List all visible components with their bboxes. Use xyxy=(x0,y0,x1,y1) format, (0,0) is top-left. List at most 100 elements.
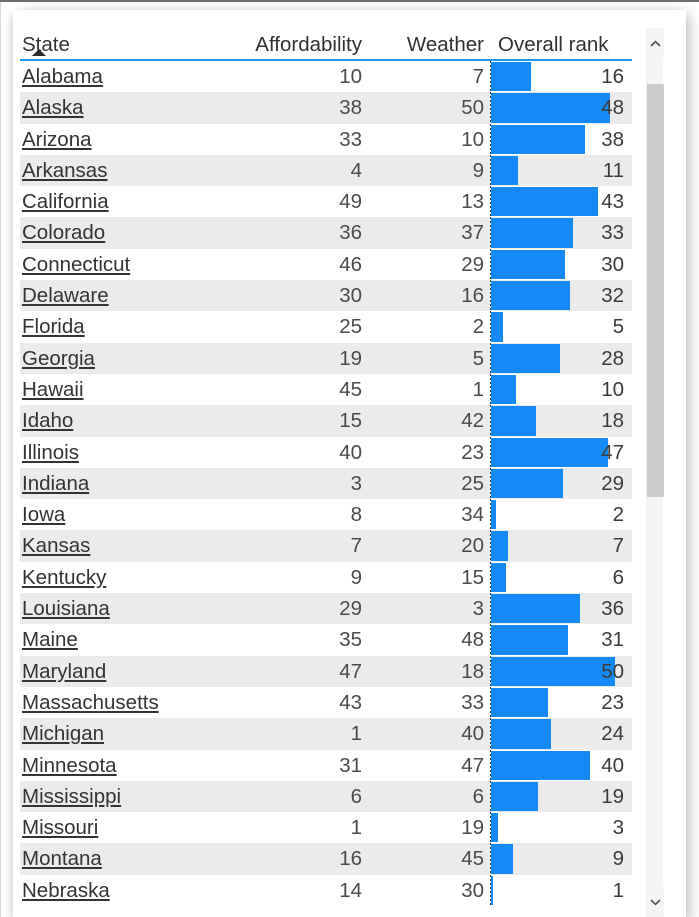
scroll-down-button[interactable] xyxy=(647,886,664,917)
table-row[interactable]: Illinois 40 23 47 xyxy=(20,436,632,468)
state-link[interactable]: Iowa xyxy=(22,503,65,526)
bar-axis-line xyxy=(490,186,491,218)
vertical-scrollbar[interactable] xyxy=(646,28,664,917)
table-row[interactable]: Georgia 19 5 28 xyxy=(20,342,632,374)
column-header-weather-label: Weather xyxy=(406,33,484,56)
table-row[interactable]: Connecticut 46 29 30 xyxy=(20,248,632,281)
cell-overall-rank: 36 xyxy=(490,593,632,625)
cell-state: Colorado xyxy=(20,217,232,248)
state-link[interactable]: Massachusetts xyxy=(22,691,159,714)
cell-state: Indiana xyxy=(20,468,232,499)
table-row[interactable]: Louisiana 29 3 36 xyxy=(20,593,632,625)
state-link[interactable]: Kentucky xyxy=(22,566,106,589)
state-link[interactable]: Colorado xyxy=(22,221,105,244)
table-row[interactable]: Hawaii 45 1 10 xyxy=(20,373,632,406)
cell-affordability: 7 xyxy=(350,534,362,558)
cell-state: Nebraska xyxy=(20,875,232,906)
state-link[interactable]: Minnesota xyxy=(22,754,117,777)
cell-overall-rank: 2 xyxy=(490,499,632,531)
state-link[interactable]: California xyxy=(22,190,109,213)
bar-axis-line xyxy=(490,655,491,687)
cell-state: Illinois xyxy=(20,437,232,468)
cell-overall-rank: 32 xyxy=(490,280,632,312)
table-row[interactable]: Alabama 10 7 16 xyxy=(20,60,632,93)
table-row[interactable]: Kentucky 9 15 6 xyxy=(20,561,632,594)
cell-overall-rank-value: 48 xyxy=(601,96,624,120)
table-row[interactable]: Mississippi 6 6 19 xyxy=(20,780,632,813)
cell-overall-rank-value: 23 xyxy=(601,690,624,714)
state-link[interactable]: Maine xyxy=(22,628,78,651)
table-row[interactable]: Nebraska 14 30 1 xyxy=(20,874,632,907)
state-link[interactable]: Illinois xyxy=(22,441,79,464)
cell-overall-rank-value: 3 xyxy=(612,816,624,840)
table-row[interactable]: Montana 16 45 9 xyxy=(20,843,632,875)
state-link[interactable]: Alabama xyxy=(22,65,103,88)
table-row[interactable]: Indiana 3 25 29 xyxy=(20,467,632,500)
table-row[interactable]: Idaho 15 42 18 xyxy=(20,405,632,437)
table-row[interactable]: Arizona 33 10 38 xyxy=(20,123,632,155)
state-link[interactable]: Indiana xyxy=(22,472,89,495)
bar-axis-line xyxy=(490,749,491,781)
table-row[interactable]: Maine 35 48 31 xyxy=(20,624,632,656)
state-link[interactable]: Kansas xyxy=(22,534,90,557)
cell-affordability: 6 xyxy=(350,784,362,808)
cell-state: Mississippi xyxy=(20,781,232,812)
state-link[interactable]: Connecticut xyxy=(22,253,130,276)
column-header-overall-rank[interactable]: Overall rank xyxy=(490,12,632,61)
cell-affordability: 10 xyxy=(339,65,362,88)
bar-axis-line xyxy=(490,342,491,374)
table-row[interactable]: Maryland 47 18 50 xyxy=(20,655,632,687)
table-row[interactable]: Missouri 1 19 3 xyxy=(20,812,632,844)
state-link[interactable]: Georgia xyxy=(22,347,95,370)
table-row[interactable]: Iowa 8 34 2 xyxy=(20,499,632,531)
cell-overall-rank-value: 2 xyxy=(612,503,624,527)
cell-state: Maryland xyxy=(20,656,232,687)
state-link[interactable]: Hawaii xyxy=(22,378,84,401)
state-link[interactable]: Idaho xyxy=(22,409,73,432)
table-row[interactable]: Alaska 38 50 48 xyxy=(20,92,632,124)
scroll-up-button[interactable] xyxy=(647,28,664,59)
state-link[interactable]: Alaska xyxy=(22,96,84,119)
cell-weather: 15 xyxy=(461,565,484,589)
table-row[interactable]: Kansas 7 20 7 xyxy=(20,530,632,562)
cell-overall-rank: 33 xyxy=(490,217,632,249)
state-link[interactable]: Missouri xyxy=(22,816,98,839)
cell-state: Delaware xyxy=(20,280,232,311)
state-link[interactable]: Maryland xyxy=(22,660,106,683)
table-row[interactable]: Massachusetts 43 33 23 xyxy=(20,686,632,719)
state-link[interactable]: Nebraska xyxy=(22,879,110,902)
cell-affordability: 4 xyxy=(350,158,362,182)
table-row[interactable]: California 49 13 43 xyxy=(20,186,632,218)
cell-affordability: 45 xyxy=(339,377,362,401)
cell-overall-rank: 1 xyxy=(490,874,632,907)
cell-affordability: 38 xyxy=(339,96,362,120)
table-row[interactable]: Michigan 1 40 24 xyxy=(20,718,632,750)
state-link[interactable]: Arkansas xyxy=(22,159,107,182)
state-link[interactable]: Louisiana xyxy=(22,597,110,620)
state-link[interactable]: Mississippi xyxy=(22,785,121,808)
cell-affordability: 33 xyxy=(339,127,362,151)
bar-axis-line xyxy=(490,593,491,625)
cell-weather: 40 xyxy=(461,722,484,746)
table-row[interactable]: Delaware 30 16 32 xyxy=(20,280,632,312)
table-row[interactable]: Florida 25 2 5 xyxy=(20,311,632,343)
column-header-affordability[interactable]: Affordability xyxy=(232,12,368,61)
state-link[interactable]: Florida xyxy=(22,315,85,338)
bar-axis-line xyxy=(490,61,491,93)
table-row[interactable]: Arkansas 4 9 11 xyxy=(20,154,632,187)
table-row[interactable]: Colorado 36 37 33 xyxy=(20,217,632,249)
state-link[interactable]: Delaware xyxy=(22,284,109,307)
table-row[interactable]: Minnesota 31 47 40 xyxy=(20,749,632,781)
scrollbar-thumb[interactable] xyxy=(647,83,664,498)
cell-overall-rank-value: 28 xyxy=(601,346,624,370)
cell-affordability: 25 xyxy=(339,315,362,339)
state-link[interactable]: Michigan xyxy=(22,722,104,745)
state-link[interactable]: Arizona xyxy=(22,128,92,151)
bar-axis-line xyxy=(490,812,491,844)
state-link[interactable]: Montana xyxy=(22,847,102,870)
column-header-weather[interactable]: Weather xyxy=(368,12,490,61)
cell-affordability: 31 xyxy=(339,753,362,777)
cell-overall-rank: 38 xyxy=(490,123,632,155)
cell-overall-rank: 16 xyxy=(490,60,632,93)
column-header-state[interactable]: State xyxy=(20,12,232,61)
